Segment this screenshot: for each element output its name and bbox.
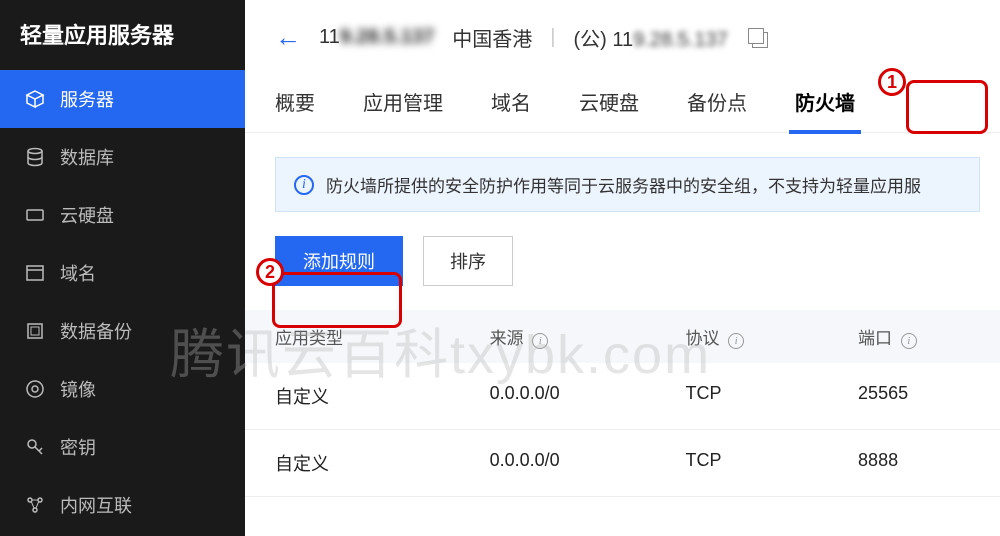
info-text: 防火墙所提供的安全防护作用等同于云服务器中的安全组，不支持为轻量应用服	[326, 172, 921, 197]
table-row: 自定义 0.0.0.0/0 TCP 8888	[245, 430, 1000, 497]
cell-app-type: 自定义	[275, 383, 490, 409]
callout-marker-2: 2	[256, 258, 284, 286]
sidebar-item-backup[interactable]: 数据备份	[0, 302, 245, 360]
cube-icon	[24, 88, 46, 110]
sidebar-item-label: 数据库	[60, 144, 114, 170]
network-icon	[24, 494, 46, 516]
public-ip: (公) 119.28.5.137	[574, 23, 728, 52]
window-icon	[24, 262, 46, 284]
sidebar-item-label: 内网互联	[60, 492, 132, 518]
sidebar-item-label: 镜像	[60, 376, 96, 402]
separator: |	[550, 26, 555, 49]
key-icon	[24, 436, 46, 458]
sidebar-item-disk[interactable]: 云硬盘	[0, 186, 245, 244]
sidebar-item-domain[interactable]: 域名	[0, 244, 245, 302]
sidebar-item-label: 密钥	[60, 434, 96, 460]
sidebar-item-label: 云硬盘	[60, 202, 114, 228]
info-icon: i	[294, 175, 314, 195]
back-arrow-icon[interactable]: ←	[275, 22, 301, 53]
firewall-table: 应用类型 来源 i 协议 i 端口 i 自定义 0.0.0.0/0 TCP 25…	[245, 310, 1000, 497]
sidebar-item-image[interactable]: 镜像	[0, 360, 245, 418]
cell-source: 0.0.0.0/0	[490, 383, 686, 409]
tab-domain[interactable]: 域名	[491, 87, 531, 132]
region-label: 中国香港	[452, 23, 532, 52]
callout-marker-1: 1	[878, 68, 906, 96]
backup-icon	[24, 320, 46, 342]
copy-icon[interactable]	[752, 32, 768, 48]
sort-button[interactable]: 排序	[423, 236, 513, 286]
table-header: 应用类型 来源 i 协议 i 端口 i	[245, 310, 1000, 363]
th-source: 来源 i	[490, 324, 686, 349]
tab-backup[interactable]: 备份点	[687, 87, 747, 132]
sidebar-item-database[interactable]: 数据库	[0, 128, 245, 186]
page-header: ← 119.28.5.137 中国香港 | (公) 119.28.5.137	[245, 0, 1000, 63]
tab-firewall[interactable]: 防火墙	[795, 87, 855, 132]
cell-protocol: TCP	[685, 383, 858, 409]
cell-protocol: TCP	[685, 450, 858, 476]
sidebar: 轻量应用服务器 服务器 数据库 云硬盘 域名 数据备份 镜像 密钥 内网互联	[0, 0, 245, 536]
sidebar-item-network[interactable]: 内网互联	[0, 476, 245, 534]
instance-id: 119.28.5.137	[319, 26, 434, 49]
disk-icon	[24, 204, 46, 226]
cell-app-type: 自定义	[275, 450, 490, 476]
sidebar-item-label: 数据备份	[60, 318, 132, 344]
sidebar-item-label: 服务器	[60, 86, 114, 112]
info-icon[interactable]: i	[532, 333, 548, 349]
cell-port: 8888	[858, 450, 970, 476]
info-icon[interactable]: i	[728, 333, 744, 349]
tab-overview[interactable]: 概要	[275, 87, 315, 132]
sidebar-title: 轻量应用服务器	[0, 0, 245, 70]
info-icon[interactable]: i	[901, 333, 917, 349]
info-banner: i 防火墙所提供的安全防护作用等同于云服务器中的安全组，不支持为轻量应用服	[275, 157, 980, 212]
action-bar: 添加规则 排序	[245, 212, 1000, 310]
sidebar-item-servers[interactable]: 服务器	[0, 70, 245, 128]
sidebar-item-key[interactable]: 密钥	[0, 418, 245, 476]
add-rule-button[interactable]: 添加规则	[275, 236, 403, 286]
cell-source: 0.0.0.0/0	[490, 450, 686, 476]
th-port: 端口 i	[858, 324, 970, 349]
sidebar-item-label: 域名	[60, 260, 96, 286]
table-row: 自定义 0.0.0.0/0 TCP 25565	[245, 363, 1000, 430]
tab-app-manage[interactable]: 应用管理	[363, 87, 443, 132]
database-icon	[24, 146, 46, 168]
image-icon	[24, 378, 46, 400]
cell-port: 25565	[858, 383, 970, 409]
th-protocol: 协议 i	[685, 324, 858, 349]
th-app-type: 应用类型	[275, 324, 490, 349]
tab-disk[interactable]: 云硬盘	[579, 87, 639, 132]
